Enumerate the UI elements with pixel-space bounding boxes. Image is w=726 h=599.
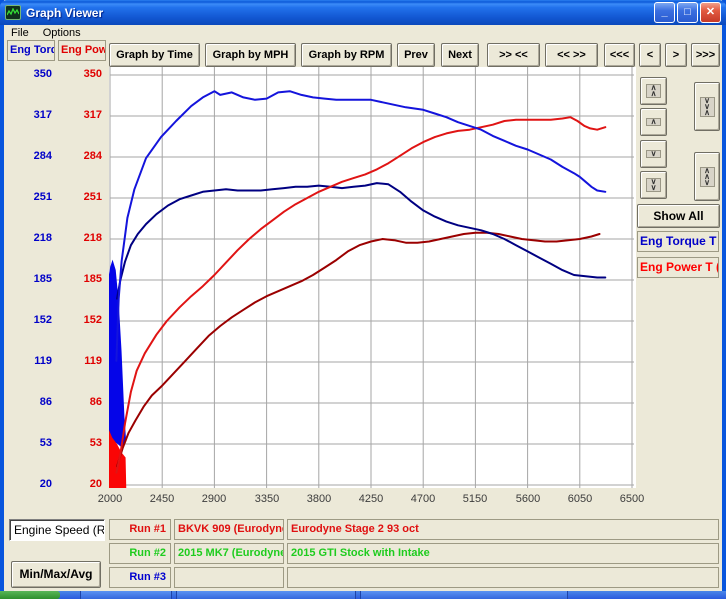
run1-name-field[interactable]: BKVK 909 (Eurodyne, E (174, 519, 284, 540)
run2-label: Run #2 (109, 543, 171, 564)
torque-tick-185: 185 (8, 273, 52, 285)
scroll-right-button[interactable]: > (665, 43, 687, 67)
power-tick-53: 53 (58, 437, 102, 449)
torque-tick-152: 152 (8, 314, 52, 326)
rpm-tick-4250: 4250 (349, 493, 393, 505)
scroll-left-button[interactable]: < (639, 43, 661, 67)
scale-up-fast-button[interactable]: ∧∧ (640, 77, 667, 105)
scroll-far-right-button[interactable]: >>> (691, 43, 720, 67)
rpm-tick-5150: 5150 (453, 493, 497, 505)
legend-power: Eng Power T (HP) (637, 257, 719, 278)
torque-tick-218: 218 (8, 232, 52, 244)
taskbar (0, 591, 726, 599)
power-tick-152: 152 (58, 314, 102, 326)
minimize-icon[interactable]: _ (654, 2, 675, 23)
run1-description-field[interactable]: Eurodyne Stage 2 93 oct (287, 519, 719, 540)
power-tick-317: 317 (58, 109, 102, 121)
run2-name-field[interactable]: 2015 MK7 (Eurodyne, E (174, 543, 284, 564)
next-button[interactable]: Next (441, 43, 479, 67)
task-button[interactable] (360, 591, 568, 599)
zoom-in-x-button[interactable]: >> << (487, 43, 540, 67)
power-tick-350: 350 (58, 68, 102, 80)
torque-tick-119: 119 (8, 355, 52, 367)
torque-axis-header: Eng Torque (7, 40, 55, 61)
window-title: Graph Viewer (26, 6, 103, 20)
double-up-chevron-icon: ∧∧ (646, 84, 661, 98)
compress-range-button[interactable]: ∨∨∧ (694, 82, 720, 131)
run1-label: Run #1 (109, 519, 171, 540)
expand-chevrons-icon: ∧∧∨ (700, 167, 715, 187)
graph-viewer-window: Graph Viewer _ □ ✕ File Options Eng Torq… (0, 0, 726, 599)
rpm-tick-2900: 2900 (192, 493, 236, 505)
show-all-button[interactable]: Show All (637, 204, 720, 228)
graph-by-rpm-button[interactable]: Graph by RPM (301, 43, 392, 67)
double-down-chevron-icon: ∨∨ (646, 178, 661, 192)
dyno-chart (109, 67, 636, 488)
rpm-tick-6500: 6500 (610, 493, 654, 505)
prev-button[interactable]: Prev (397, 43, 435, 67)
graph-by-time-button[interactable]: Graph by Time (109, 43, 200, 67)
run2-description-field[interactable]: 2015 GTI Stock with Intake (287, 543, 719, 564)
series-0 (116, 91, 605, 361)
scale-down-button[interactable]: ∨ (640, 140, 667, 168)
power-tick-218: 218 (58, 232, 102, 244)
task-button[interactable] (80, 591, 172, 599)
scale-up-button[interactable]: ∧ (640, 108, 667, 136)
rpm-tick-3350: 3350 (245, 493, 289, 505)
up-chevron-icon: ∧ (646, 118, 661, 126)
run3-label: Run #3 (109, 567, 171, 588)
torque-tick-284: 284 (8, 150, 52, 162)
dyno-chart-canvas (109, 67, 636, 488)
app-icon (5, 5, 21, 20)
rpm-tick-4700: 4700 (401, 493, 445, 505)
power-tick-86: 86 (58, 396, 102, 408)
menu-bar: File Options (4, 25, 722, 42)
rpm-tick-3800: 3800 (297, 493, 341, 505)
graph-by-mph-button[interactable]: Graph by MPH (205, 43, 296, 67)
scale-down-fast-button[interactable]: ∨∨ (640, 171, 667, 199)
power-tick-20: 20 (58, 478, 102, 490)
run3-name-field[interactable] (174, 567, 284, 588)
torque-tick-20: 20 (8, 478, 52, 490)
rpm-tick-5600: 5600 (506, 493, 550, 505)
torque-tick-53: 53 (8, 437, 52, 449)
rpm-tick-2450: 2450 (140, 493, 184, 505)
close-icon[interactable]: ✕ (700, 2, 721, 23)
rpm-tick-6050: 6050 (558, 493, 602, 505)
torque-tick-86: 86 (8, 396, 52, 408)
down-chevron-icon: ∨ (646, 150, 661, 158)
torque-tick-251: 251 (8, 191, 52, 203)
rpm-tick-2000: 2000 (88, 493, 132, 505)
title-bar[interactable]: Graph Viewer _ □ ✕ (0, 0, 726, 25)
scroll-far-left-button[interactable]: <<< (604, 43, 635, 67)
series-1 (116, 117, 605, 472)
expand-range-button[interactable]: ∧∧∨ (694, 152, 720, 201)
power-tick-185: 185 (58, 273, 102, 285)
start-button-fragment[interactable] (0, 591, 60, 599)
x-axis-label-box: Engine Speed (RPM (9, 519, 105, 541)
power-axis-header: Eng Power (58, 40, 106, 61)
compress-chevrons-icon: ∨∨∧ (700, 97, 715, 117)
power-tick-284: 284 (58, 150, 102, 162)
power-tick-119: 119 (58, 355, 102, 367)
power-tick-251: 251 (58, 191, 102, 203)
torque-tick-350: 350 (8, 68, 52, 80)
torque-tick-317: 317 (8, 109, 52, 121)
min-max-avg-button[interactable]: Min/Max/Avg (11, 561, 101, 588)
maximize-icon[interactable]: □ (677, 2, 698, 23)
run3-description-field[interactable] (287, 567, 719, 588)
zoom-out-x-button[interactable]: << >> (545, 43, 598, 67)
legend-torque: Eng Torque T (Ft-L (637, 231, 719, 252)
task-button[interactable] (176, 591, 356, 599)
